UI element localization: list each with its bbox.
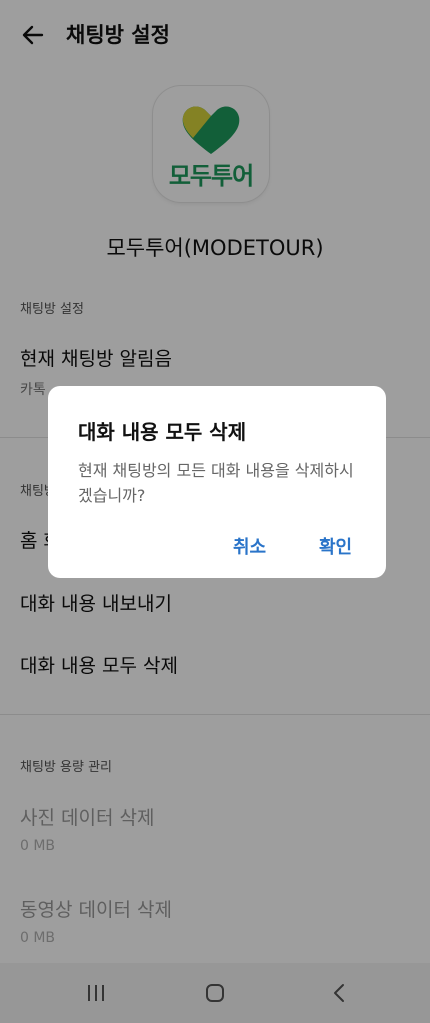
delete-confirm-dialog: 대화 내용 모두 삭제 현재 채팅방의 모든 대화 내용을 삭제하시겠습니까? …	[48, 386, 386, 578]
cancel-button[interactable]: 취소	[233, 533, 266, 559]
dialog-title: 대화 내용 모두 삭제	[78, 420, 247, 444]
confirm-button[interactable]: 확인	[319, 533, 352, 559]
dialog-message: 현재 채팅방의 모든 대화 내용을 삭제하시겠습니까?	[78, 461, 354, 505]
